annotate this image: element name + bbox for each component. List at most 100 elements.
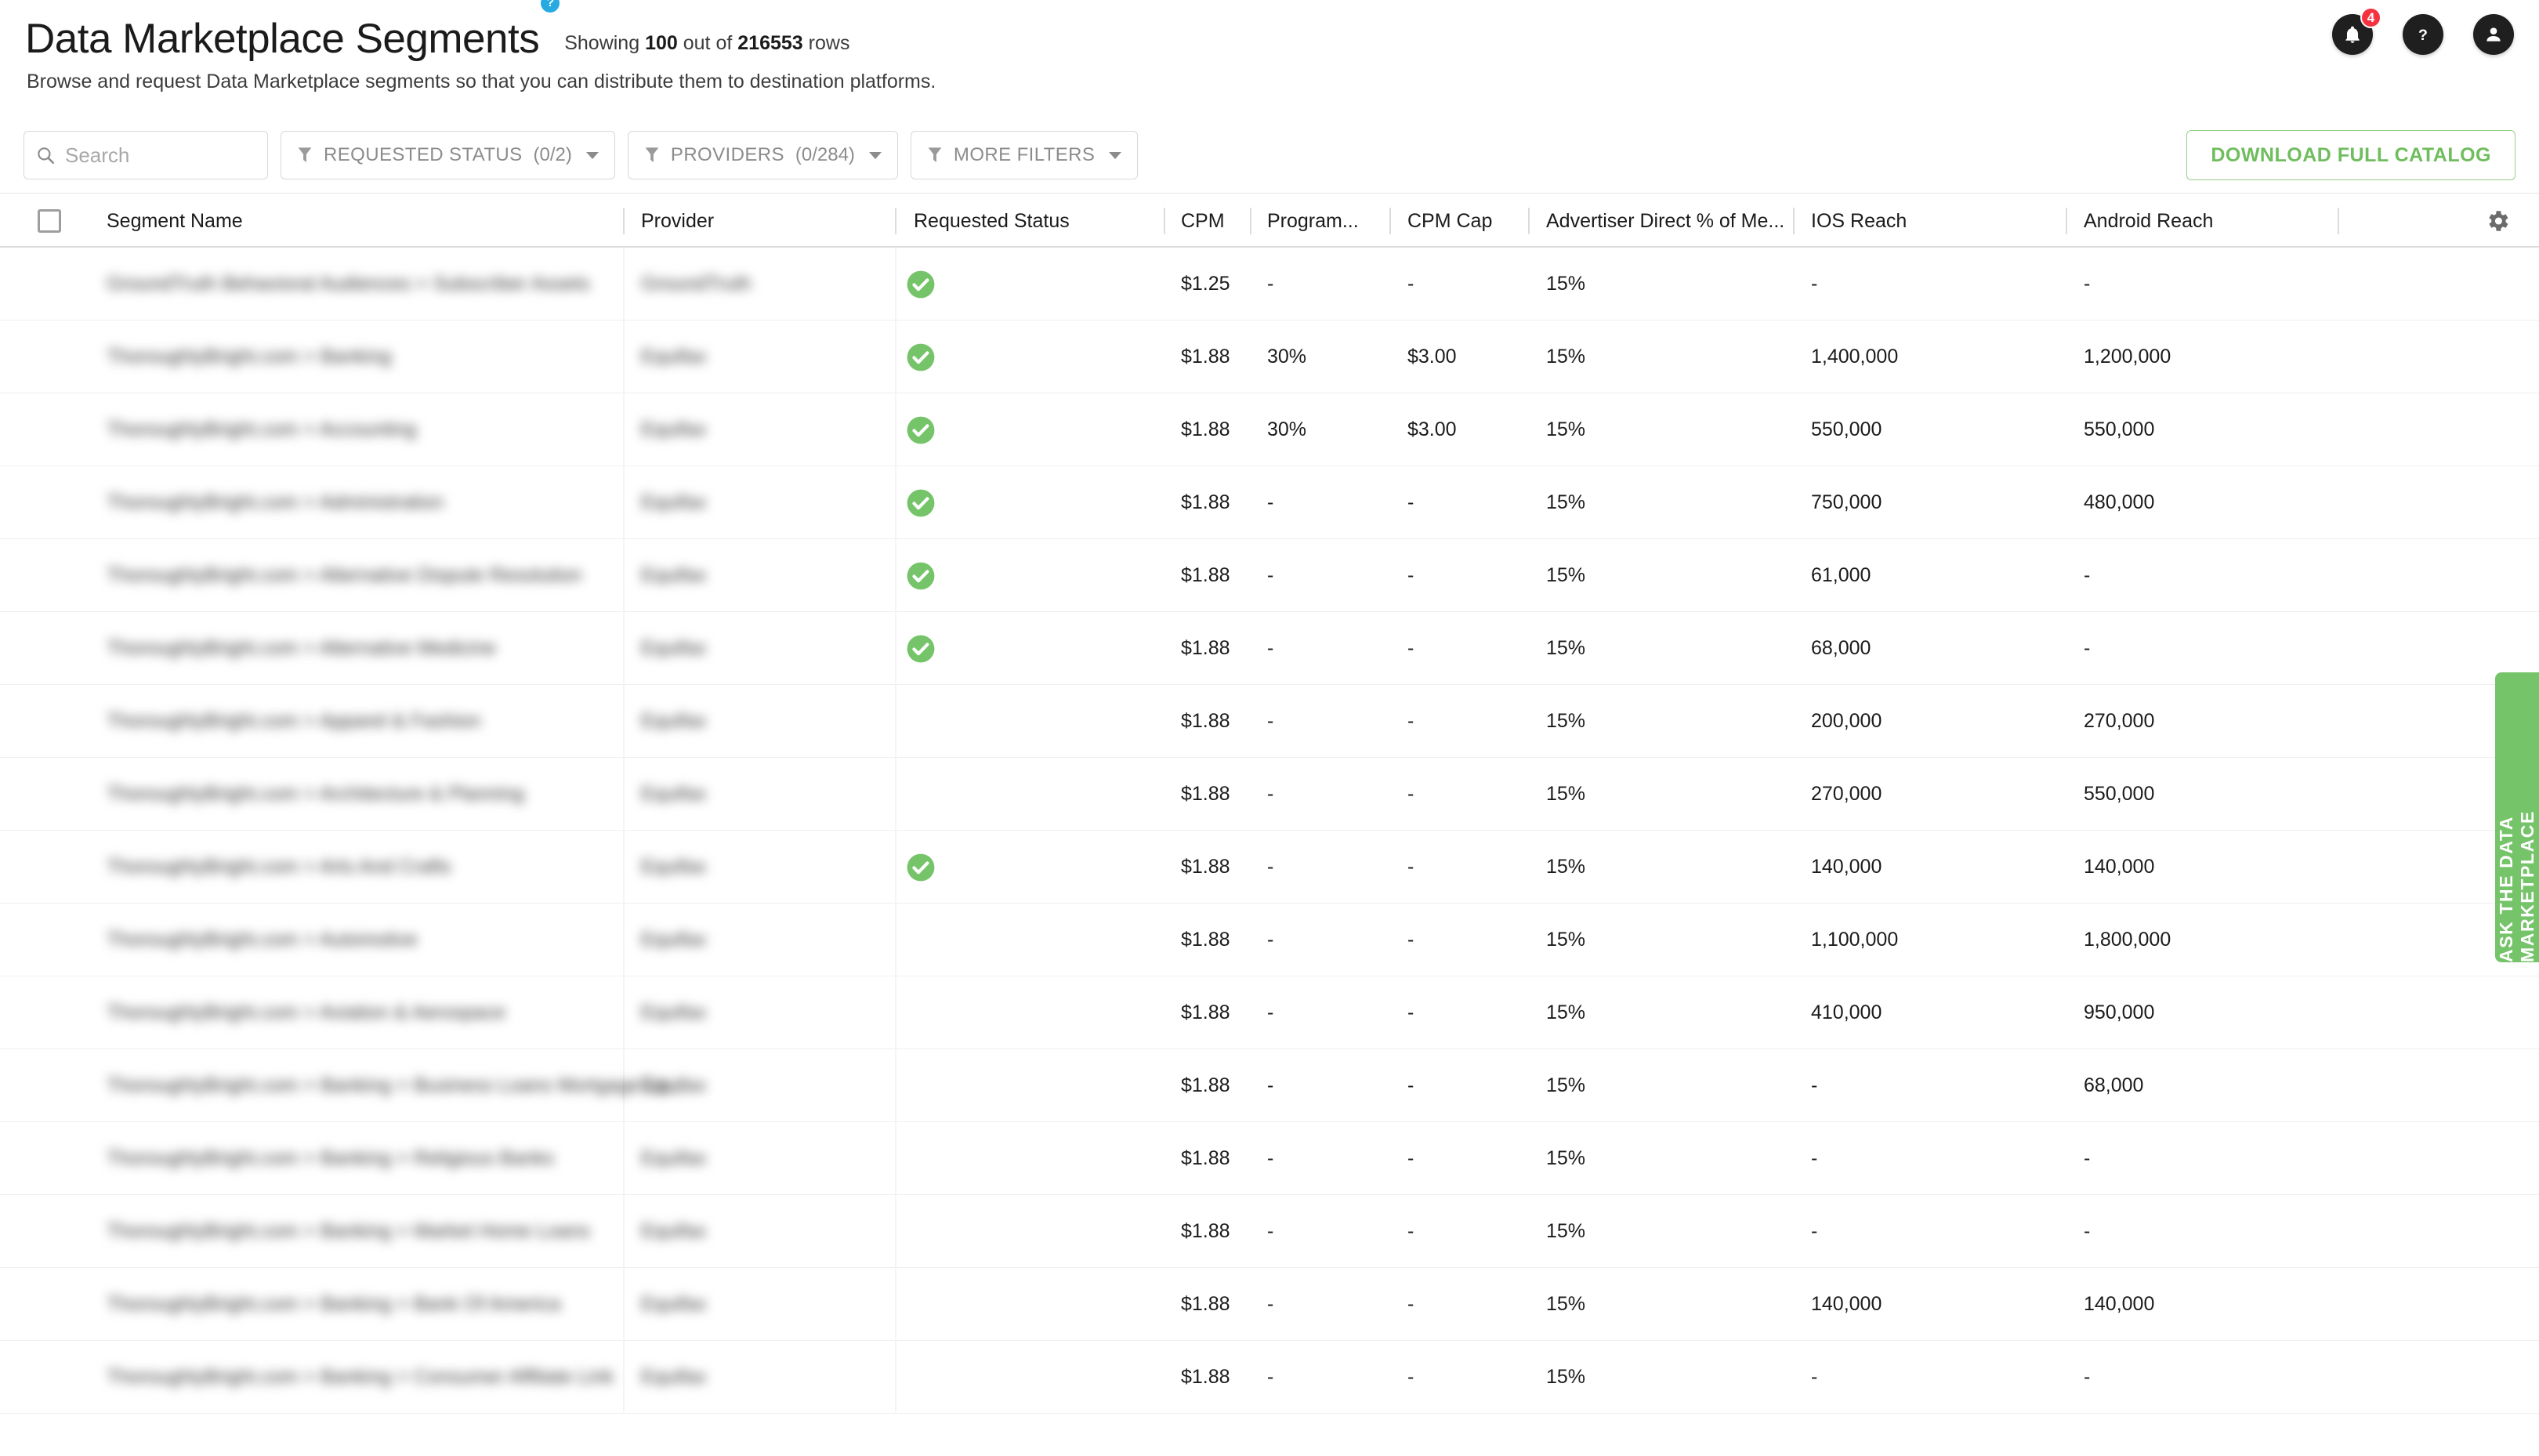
redacted-text: ThoroughlyBright.com > Architecture & Pl… [107, 783, 524, 805]
cell-android_reach: - [2084, 564, 2091, 586]
table-row[interactable]: ThoroughlyBright.com > Banking > Busines… [0, 1049, 2539, 1122]
cell-divider [623, 685, 625, 758]
column-header-ios_reach[interactable]: IOS Reach [1811, 194, 1907, 248]
redacted-text: ThoroughlyBright.com > Automotive [107, 929, 418, 951]
table-row[interactable]: ThoroughlyBright.com > Accounting Equifax… [0, 393, 2539, 466]
cell-android_reach: - [2084, 1366, 2091, 1388]
search-input[interactable] [63, 142, 256, 168]
cell-programmatic: - [1267, 710, 1274, 732]
redacted-text: ThoroughlyBright.com > Administration [107, 491, 444, 513]
column-header-cpm[interactable]: CPM [1181, 194, 1225, 248]
cell-segment_name: ThoroughlyBright.com > Automotive [107, 904, 418, 976]
account-button[interactable] [2473, 14, 2514, 55]
redacted-text: Equifax [641, 637, 707, 659]
redacted-text: ThoroughlyBright.com > Banking > Bank Of… [107, 1293, 561, 1315]
redacted-text: GroundTruth [641, 273, 752, 295]
cell-segment_name: ThoroughlyBright.com > Architecture & Pl… [107, 758, 524, 831]
cell-cpm: $1.88 [1181, 856, 1230, 878]
table-row[interactable]: ThoroughlyBright.com > Alternative Medic… [0, 612, 2539, 685]
table-row[interactable]: ThoroughlyBright.com > Banking > Market … [0, 1195, 2539, 1268]
cell-cpm: $1.88 [1181, 1366, 1230, 1388]
redacted-text: Equifax [641, 1001, 707, 1023]
filter-label: REQUESTED STATUS [324, 144, 523, 165]
cell-android_reach: - [2084, 273, 2091, 295]
top-icon-bar: 4 ? [2332, 7, 2514, 55]
redacted-text: Equifax [641, 418, 707, 440]
redacted-text: Equifax [641, 710, 707, 732]
cell-programmatic: - [1267, 1293, 1274, 1315]
cell-android_reach: 270,000 [2084, 710, 2155, 732]
table-row[interactable]: ThoroughlyBright.com > Architecture & Pl… [0, 758, 2539, 831]
table-row[interactable]: ThoroughlyBright.com > Banking > Bank Of… [0, 1268, 2539, 1341]
cell-cpm_cap: - [1407, 273, 1414, 295]
column-settings-button[interactable] [2484, 208, 2511, 238]
column-header-provider[interactable]: Provider [641, 194, 714, 248]
column-header-segment_name[interactable]: Segment Name [107, 194, 243, 248]
cell-android_reach: 550,000 [2084, 783, 2155, 805]
cell-android_reach: 480,000 [2084, 491, 2155, 513]
filter-requested-status[interactable]: REQUESTED STATUS (0/2) [281, 131, 615, 179]
filter-providers[interactable]: PROVIDERS (0/284) [627, 131, 898, 179]
page-subtitle: Browse and request Data Marketplace segm… [27, 71, 936, 92]
chevron-down-icon [585, 151, 599, 159]
table-row[interactable]: ThoroughlyBright.com > Aviation & Aerosp… [0, 976, 2539, 1049]
column-header-programmatic[interactable]: Program... [1267, 194, 1359, 248]
cell-cpm_cap: - [1407, 564, 1414, 586]
help-button[interactable]: ? [2403, 14, 2443, 55]
cell-android_reach: 68,000 [2084, 1074, 2144, 1096]
column-header-advertiser_direct[interactable]: Advertiser Direct % of Me... [1546, 194, 1784, 248]
ask-the-data-marketplace-tab[interactable]: ASK THE DATA MARKETPLACE [2495, 672, 2539, 962]
table-row[interactable]: ThoroughlyBright.com > Banking Equifax $1.… [0, 321, 2539, 393]
cell-advertiser_direct: 15% [1546, 1366, 1586, 1388]
search-icon [38, 147, 55, 165]
filter-label: PROVIDERS [670, 144, 784, 165]
cell-cpm: $1.88 [1181, 1147, 1230, 1169]
cell-cpm: $1.88 [1181, 929, 1230, 951]
redacted-text: Equifax [641, 1220, 707, 1242]
cell-provider: Equifax [641, 1268, 706, 1341]
notifications-button[interactable]: 4 [2332, 7, 2381, 55]
check-circle-icon [907, 853, 935, 881]
table-row[interactable]: ThoroughlyBright.com > Alternative Dispu… [0, 539, 2539, 612]
column-header-requested_status[interactable]: Requested Status [914, 194, 1070, 248]
filter-more-filters[interactable]: MORE FILTERS [910, 131, 1139, 179]
cell-ios_reach: 550,000 [1811, 418, 1882, 440]
cell-provider: Equifax [641, 393, 706, 466]
column-header-cpm_cap[interactable]: CPM Cap [1407, 194, 1492, 248]
cell-divider [623, 539, 625, 612]
cell-divider [623, 1122, 625, 1195]
column-divider [2066, 208, 2067, 234]
title-help-icon[interactable]: ? [541, 0, 560, 13]
column-header-android_reach[interactable]: Android Reach [2084, 194, 2213, 248]
segments-table: Segment Name Provider Requested Status CPM P… [0, 193, 2539, 1414]
download-full-catalog-button[interactable]: DOWNLOAD FULL CATALOG [2186, 130, 2515, 180]
cell-divider [623, 393, 625, 466]
select-all-checkbox[interactable] [38, 209, 61, 233]
cell-ios_reach: 750,000 [1811, 491, 1882, 513]
redacted-text: Equifax [641, 1147, 707, 1169]
table-row[interactable]: ThoroughlyBright.com > Administration Equ… [0, 466, 2539, 539]
table-row[interactable]: GroundTruth Behavioral Audiences > Subsc… [0, 248, 2539, 321]
cell-android_reach: 550,000 [2084, 418, 2155, 440]
column-divider [1389, 208, 1391, 234]
table-row[interactable]: ThoroughlyBright.com > Banking > Consume… [0, 1341, 2539, 1414]
cell-ios_reach: 140,000 [1811, 856, 1882, 878]
cell-programmatic: - [1267, 273, 1274, 295]
cell-programmatic: 30% [1267, 346, 1307, 368]
cell-programmatic: 30% [1267, 418, 1307, 440]
table-row[interactable]: ThoroughlyBright.com > Apparel & Fashion… [0, 685, 2539, 758]
column-divider [1250, 208, 1251, 234]
search-box[interactable] [24, 131, 268, 179]
cell-ios_reach: - [1811, 273, 1818, 295]
cell-ios_reach: 270,000 [1811, 783, 1882, 805]
table-row[interactable]: ThoroughlyBright.com > Banking > Religio… [0, 1122, 2539, 1195]
cell-divider [895, 1122, 896, 1195]
cell-advertiser_direct: 15% [1546, 710, 1586, 732]
filter-icon [298, 147, 312, 162]
cell-android_reach: - [2084, 1147, 2091, 1169]
cell-provider: Equifax [641, 904, 706, 976]
cell-programmatic: - [1267, 564, 1274, 586]
table-row[interactable]: ThoroughlyBright.com > Arts And Crafts Eq… [0, 831, 2539, 904]
check-circle-icon [907, 270, 935, 298]
table-row[interactable]: ThoroughlyBright.com > Automotive Equifax… [0, 904, 2539, 976]
